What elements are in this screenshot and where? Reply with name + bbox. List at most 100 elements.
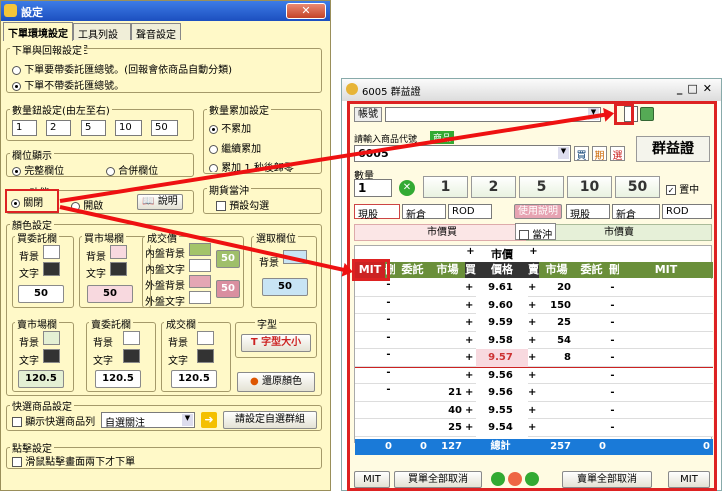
price-cell[interactable]: 9.56 <box>476 384 528 402</box>
sell-market-cell[interactable]: 25 <box>539 314 574 332</box>
options-button[interactable]: 選 <box>610 146 625 162</box>
qty-field-4[interactable]: 10 <box>115 120 142 136</box>
option-continue-accum[interactable]: 繼續累加 <box>209 140 261 155</box>
buy-order-preview[interactable]: 50 <box>18 285 64 303</box>
delete-sell-cell[interactable]: - <box>609 279 619 297</box>
qty-field-1[interactable]: 1 <box>12 120 37 136</box>
delete-buy-cell[interactable]: - <box>385 332 395 343</box>
sell-type-select[interactable]: 現股 <box>566 204 610 221</box>
inner-bg-swatch[interactable] <box>189 243 211 256</box>
buy-type-select[interactable]: 現股 <box>354 204 400 221</box>
deal-column-preview[interactable]: 120.5 <box>171 370 217 388</box>
delete-sell-cell[interactable]: - <box>609 314 619 332</box>
delete-sell-cell[interactable]: - <box>609 419 619 437</box>
total-cell[interactable]: 總計 <box>476 439 528 455</box>
delete-sell-cell[interactable]: - <box>609 367 619 385</box>
buy-market-cell[interactable]: 25 <box>430 419 465 437</box>
price-cell[interactable]: 9.54 <box>476 419 528 437</box>
price-cell[interactable]: 9.59 <box>476 314 528 332</box>
selected-preview[interactable]: 50 <box>262 278 308 296</box>
refresh-icon[interactable] <box>640 107 654 121</box>
delete-buy-cell[interactable]: - <box>385 384 395 395</box>
option-no-accum[interactable]: 不累加 <box>209 120 251 135</box>
quick-product-check[interactable]: 顯示快選商品列 <box>12 413 95 428</box>
option-without-summary[interactable]: 下單不帶委託匯總號。 <box>12 77 124 92</box>
qty-button-1[interactable]: 1 <box>423 176 468 198</box>
buy-rod-select[interactable]: ROD <box>448 204 492 219</box>
sell-market-fg-swatch[interactable] <box>43 349 60 363</box>
daytrade-default-check[interactable]: 預設勾選 <box>216 197 269 212</box>
sell-market-bg-swatch[interactable] <box>43 331 60 345</box>
center-check[interactable]: ✓ 置中 <box>666 181 699 196</box>
qty-field-3[interactable]: 5 <box>81 120 106 136</box>
qty-button-10[interactable]: 10 <box>567 176 612 198</box>
inner-preview[interactable]: 50 <box>216 250 240 268</box>
deal-column-bg-swatch[interactable] <box>197 331 214 345</box>
font-size-button[interactable]: T 字型大小 <box>241 334 311 352</box>
delete-buy-cell[interactable]: - <box>385 349 395 360</box>
mit-help-button[interactable]: 📖 說明 <box>137 194 183 210</box>
double-click-check[interactable]: 滑鼠點擊畫面兩下才下單 <box>12 453 135 468</box>
tab-toolbar[interactable]: 工具列設定 <box>73 23 131 56</box>
qty-field-2[interactable]: 2 <box>46 120 71 136</box>
window-controls[interactable]: _□✕ <box>677 82 717 95</box>
deal-column-fg-swatch[interactable] <box>197 349 214 363</box>
option-mit-off[interactable]: 關閉 <box>5 189 59 213</box>
price-cell[interactable]: 9.60 <box>476 296 528 314</box>
buy-market-fg-swatch[interactable] <box>110 262 127 276</box>
total-cell[interactable]: 0 <box>574 439 609 455</box>
buy-market-cell[interactable]: 40 <box>430 402 465 420</box>
total-cell[interactable]: 127 <box>430 439 465 455</box>
buy-order-bg-swatch[interactable] <box>43 245 60 259</box>
sell-order-fg-swatch[interactable] <box>123 349 140 363</box>
sell-market-cell[interactable]: 8 <box>539 349 574 367</box>
arrow-right-icon[interactable]: ➜ <box>201 412 217 428</box>
total-cell[interactable]: 0 <box>395 439 430 455</box>
qty-field-5[interactable]: 50 <box>151 120 178 136</box>
sell-market-preview[interactable]: 120.5 <box>18 370 64 388</box>
option-with-summary[interactable]: 下單要帶委託匯總號。(回報會依商品自動分類) <box>12 61 232 76</box>
qty-button-50[interactable]: 50 <box>615 176 660 198</box>
futures-button[interactable]: 期 <box>592 146 607 162</box>
outer-bg-swatch[interactable] <box>189 275 211 288</box>
cancel-all-sell-button[interactable]: 賣單全部取消 <box>562 471 652 488</box>
mit-sell-button[interactable]: MIT <box>668 471 710 488</box>
buy-market-cell[interactable]: 21 <box>430 384 465 402</box>
delete-sell-cell[interactable]: - <box>609 332 619 350</box>
sell-position-select[interactable]: 新倉 <box>612 204 660 221</box>
option-full-columns[interactable]: 完整欄位 <box>12 162 64 177</box>
total-cell[interactable]: 0 <box>619 439 713 455</box>
sell-order-bg-swatch[interactable] <box>123 331 140 345</box>
price-cell[interactable]: 9.61 <box>476 279 528 297</box>
outer-fg-swatch[interactable] <box>189 291 211 304</box>
sell-market-cell[interactable]: 20 <box>539 279 574 297</box>
help-button[interactable]: 使用說明 <box>514 204 562 219</box>
arrow-up-icon[interactable] <box>491 472 505 486</box>
sell-order-preview[interactable]: 120.5 <box>95 370 141 388</box>
inner-fg-swatch[interactable] <box>189 259 211 272</box>
sell-market-cell[interactable]: 54 <box>539 332 574 350</box>
daytrade-check[interactable]: 當沖 <box>515 223 557 241</box>
qty-button-2[interactable]: 2 <box>471 176 516 198</box>
center-icon[interactable] <box>508 472 522 486</box>
qty-input[interactable]: 1 <box>354 179 392 197</box>
buy-position-select[interactable]: 新倉 <box>402 204 446 221</box>
qty-button-5[interactable]: 5 <box>519 176 564 198</box>
buy-short-button[interactable]: 買 <box>574 146 589 162</box>
set-custom-group-button[interactable]: 請設定自選群組 <box>223 411 317 429</box>
option-merged-columns[interactable]: 合併欄位 <box>106 162 158 177</box>
clear-qty-icon[interactable]: ✕ <box>399 180 415 196</box>
outer-preview[interactable]: 50 <box>216 280 240 298</box>
tab-order-env[interactable]: 下單環境設定 <box>3 22 73 41</box>
sell-market-cell[interactable]: 150 <box>539 297 574 315</box>
delete-sell-cell[interactable]: - <box>609 402 619 420</box>
buy-order-fg-swatch[interactable] <box>43 262 60 276</box>
delete-buy-cell[interactable]: - <box>385 367 395 378</box>
buy-market-bg-swatch[interactable] <box>110 245 127 259</box>
price-cell[interactable]: 9.57 <box>476 349 528 367</box>
total-cell[interactable]: 257 <box>539 439 574 455</box>
price-cell[interactable]: 9.58 <box>476 331 528 349</box>
mit-buy-button[interactable]: MIT <box>354 471 390 488</box>
delete-sell-cell[interactable]: - <box>609 384 619 402</box>
arrow-down-icon[interactable] <box>525 472 539 486</box>
